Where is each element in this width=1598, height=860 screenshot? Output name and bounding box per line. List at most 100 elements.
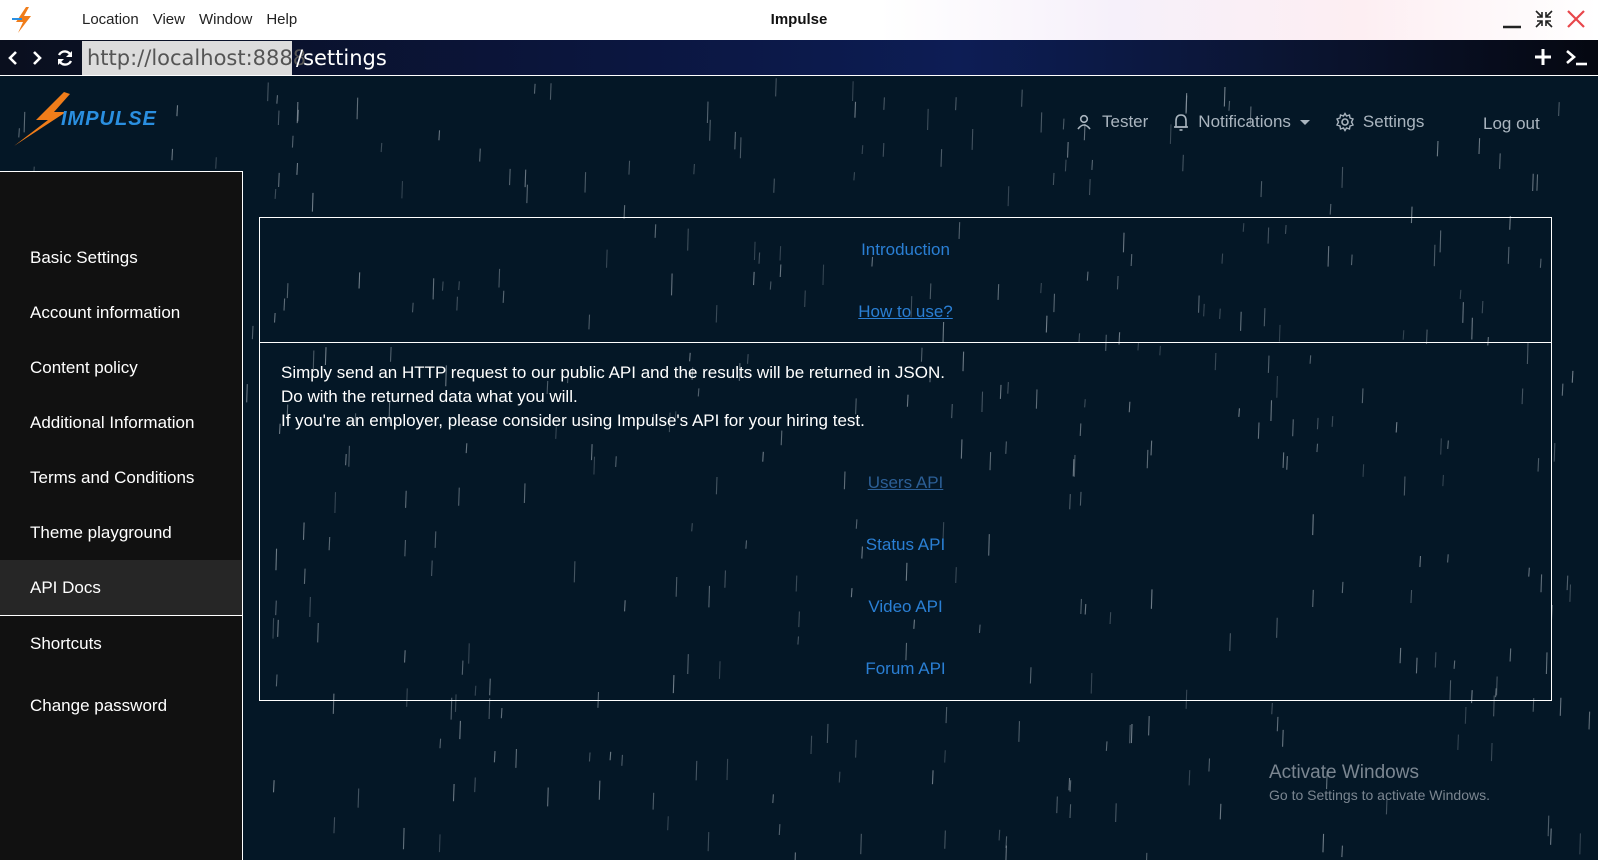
rain-drop xyxy=(380,142,383,153)
rain-drop xyxy=(1571,370,1574,383)
rain-drop xyxy=(291,135,294,148)
rain-drop xyxy=(734,131,736,150)
rain-drop xyxy=(860,833,862,855)
rain-drop xyxy=(998,829,1001,841)
rain-drop xyxy=(940,149,943,167)
rain-drop xyxy=(267,82,269,102)
sidebar-item-api-docs[interactable]: API Docs xyxy=(0,560,242,616)
docs-tabs: Introduction How to use? xyxy=(260,218,1551,343)
menu-help[interactable]: Help xyxy=(266,11,297,28)
intro-line: Simply send an HTTP request to our publi… xyxy=(281,363,945,382)
rain-drop xyxy=(311,192,314,212)
rain-drop xyxy=(1579,833,1581,855)
sidebar-item-theme-playground[interactable]: Theme playground xyxy=(0,505,242,560)
video-api-link[interactable]: Video API xyxy=(260,597,1551,617)
rain-drop xyxy=(1067,141,1069,158)
rain-drop xyxy=(215,157,217,169)
forum-api-link[interactable]: Forum API xyxy=(260,659,1551,679)
forward-button[interactable] xyxy=(26,46,48,70)
rain-drop xyxy=(1464,706,1467,724)
reload-icon xyxy=(57,50,73,66)
rain-drop xyxy=(628,160,631,175)
rain-drop xyxy=(810,735,813,754)
rain-drop xyxy=(1329,203,1332,215)
rain-drop xyxy=(1088,179,1091,196)
chevron-right-icon xyxy=(33,51,42,65)
tab-introduction[interactable]: Introduction xyxy=(260,240,1551,260)
user-link[interactable]: Tester xyxy=(1076,112,1148,132)
rain-drop xyxy=(883,97,885,110)
status-api-link[interactable]: Status API xyxy=(260,535,1551,555)
reload-button[interactable] xyxy=(54,46,76,70)
menu-view[interactable]: View xyxy=(153,11,185,28)
sidebar-item-shortcuts[interactable]: Shortcuts xyxy=(0,616,242,671)
rain-drop xyxy=(524,169,527,188)
rain-drop xyxy=(1091,159,1094,170)
rain-drop xyxy=(276,95,278,104)
logo-text: IMPULSE xyxy=(61,108,157,130)
menu-location[interactable]: Location xyxy=(82,11,139,28)
rain-drop xyxy=(706,101,709,123)
rain-drop xyxy=(1115,803,1117,822)
notifications-dropdown[interactable]: Notifications xyxy=(1172,112,1311,132)
sidebar-item-basic-settings[interactable]: Basic Settings xyxy=(0,230,242,285)
logout-link[interactable]: Log out xyxy=(1483,114,1540,134)
rain-drop xyxy=(1052,172,1055,186)
rain-drop xyxy=(1559,697,1562,716)
bell-icon xyxy=(1174,114,1189,131)
rain-drop xyxy=(438,130,441,141)
rain-drop xyxy=(1271,702,1273,715)
rain-drop xyxy=(621,754,623,766)
intro-paragraph: Simply send an HTTP request to our publi… xyxy=(281,361,945,433)
rain-drop xyxy=(1219,803,1222,820)
sidebar-item-account-information[interactable]: Account information xyxy=(0,285,242,340)
settings-link[interactable]: Settings xyxy=(1335,112,1424,132)
new-tab-plus-icon[interactable] xyxy=(1532,46,1554,68)
rain-drop xyxy=(1436,141,1439,157)
app-logo-icon xyxy=(12,7,31,33)
rain-drop xyxy=(826,723,829,744)
menu-window[interactable]: Window xyxy=(199,11,252,28)
rain-drop xyxy=(549,83,552,100)
rain-drop xyxy=(1341,845,1343,858)
rain-drop xyxy=(1532,173,1534,192)
rain-drop xyxy=(439,738,442,749)
rain-drop xyxy=(401,181,404,199)
rain-drop xyxy=(246,384,248,403)
rain-drop xyxy=(652,792,655,810)
rain-drop xyxy=(838,771,841,783)
terminal-icon[interactable] xyxy=(1564,46,1590,68)
sidebar-item-content-policy[interactable]: Content policy xyxy=(0,340,242,395)
tab-how-to-use[interactable]: How to use? xyxy=(260,302,1551,322)
rain-drop xyxy=(171,148,174,161)
rain-drop xyxy=(1069,804,1072,818)
rain-drop xyxy=(1499,153,1501,169)
minimize-button[interactable] xyxy=(1500,6,1524,32)
rain-drop xyxy=(333,817,336,834)
restore-button[interactable] xyxy=(1532,6,1556,32)
activation-watermark-title: Activate Windows xyxy=(1269,762,1419,783)
sidebar-item-terms-and-conditions[interactable]: Terms and Conditions xyxy=(0,450,242,505)
rain-drop xyxy=(726,758,729,781)
rain-drop xyxy=(356,97,359,120)
rain-drop xyxy=(1188,770,1191,786)
sidebar-item-change-password[interactable]: Change password xyxy=(0,678,242,733)
rain-drop xyxy=(296,163,299,175)
rain-drop xyxy=(452,783,455,802)
rain-drop xyxy=(296,102,299,124)
impulse-logo[interactable]: IMPULSE xyxy=(14,90,174,148)
url-host[interactable]: http://localhost:8888 xyxy=(82,41,306,75)
rain-drop xyxy=(176,105,179,117)
close-button[interactable] xyxy=(1564,6,1588,32)
window-titlebar: Location View Window Help Impulse xyxy=(0,0,1598,40)
rain-drop xyxy=(1569,584,1572,602)
rain-drop xyxy=(1018,721,1020,742)
sidebar-item-additional-information[interactable]: Additional Information xyxy=(0,395,242,450)
users-api-link[interactable]: Users API xyxy=(260,473,1551,493)
rain-drop xyxy=(667,816,669,831)
rain-drop xyxy=(971,128,974,150)
url-path[interactable]: /settings xyxy=(296,41,387,75)
back-button[interactable] xyxy=(2,46,24,70)
rain-drop xyxy=(251,325,254,340)
notifications-label: Notifications xyxy=(1198,112,1291,131)
